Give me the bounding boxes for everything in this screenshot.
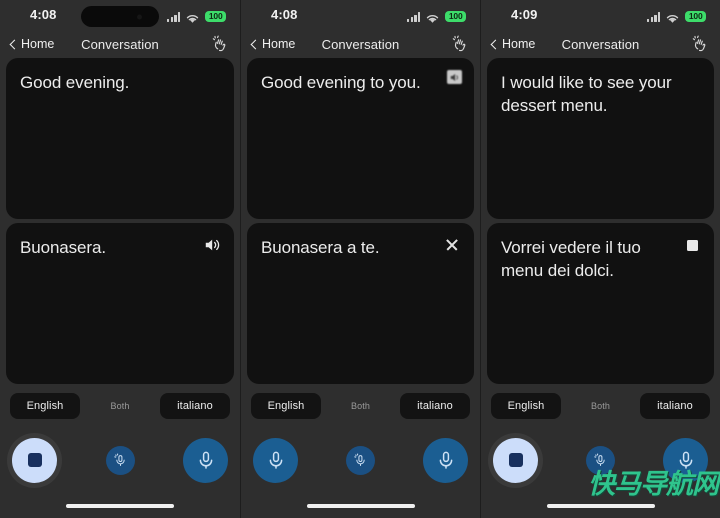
language-left-button[interactable]: English bbox=[10, 393, 80, 419]
wifi-icon bbox=[665, 11, 680, 23]
language-selector: English Both italiano bbox=[241, 384, 480, 419]
source-text: I would like to see your dessert menu. bbox=[501, 73, 672, 115]
translated-text-card[interactable]: Buonasera. bbox=[6, 223, 234, 384]
status-bar: 4:09 100 bbox=[481, 0, 720, 30]
translated-text: Vorrei vedere il tuo menu dei dolci. bbox=[501, 238, 641, 280]
mic-auto-button[interactable] bbox=[346, 445, 375, 475]
source-text: Good evening to you. bbox=[261, 73, 421, 92]
back-label: Home bbox=[21, 37, 55, 51]
stop-button[interactable] bbox=[493, 437, 538, 483]
mic-button[interactable] bbox=[183, 437, 228, 483]
chevron-left-icon bbox=[249, 40, 258, 49]
back-to-home-button[interactable]: Home bbox=[489, 30, 535, 58]
stop-square-icon bbox=[508, 453, 523, 467]
speaker-icon[interactable] bbox=[447, 70, 462, 84]
stop-button[interactable] bbox=[12, 437, 57, 483]
translated-text: Buonasera a te. bbox=[261, 238, 380, 257]
language-left-button[interactable]: English bbox=[491, 393, 561, 419]
language-selector: English Both italiano bbox=[0, 384, 240, 419]
home-indicator-bar bbox=[546, 504, 655, 508]
stop-chip-icon[interactable] bbox=[682, 235, 702, 255]
back-to-home-button[interactable]: Home bbox=[8, 30, 54, 58]
language-both-label[interactable]: Both bbox=[351, 401, 370, 411]
mic-button[interactable] bbox=[423, 437, 468, 483]
language-selector: English Both italiano bbox=[481, 384, 720, 419]
back-label: Home bbox=[262, 37, 296, 51]
status-indicators: 100 bbox=[166, 8, 226, 23]
source-text-card[interactable]: I would like to see your dessert menu. bbox=[487, 58, 714, 219]
screenshot-strip: 4:08 100 Home Conversation Good evening.… bbox=[0, 0, 720, 518]
front-camera-lens bbox=[137, 14, 142, 19]
home-indicator-bar bbox=[66, 504, 174, 508]
language-right-button[interactable]: italiano bbox=[639, 393, 710, 419]
language-both-label[interactable]: Both bbox=[591, 401, 610, 411]
status-clock: 4:08 bbox=[30, 7, 57, 22]
chevron-left-icon bbox=[8, 40, 17, 49]
stop-chip-glyph bbox=[686, 239, 698, 251]
home-indicator bbox=[241, 504, 480, 518]
stop-square-icon bbox=[27, 453, 42, 467]
mic-controls bbox=[0, 419, 240, 489]
status-bar: 4:08 100 bbox=[241, 0, 480, 30]
wifi-icon bbox=[425, 11, 440, 23]
back-label: Home bbox=[502, 37, 536, 51]
signal-bars-icon bbox=[406, 12, 421, 22]
signal-bars-icon bbox=[646, 12, 661, 22]
translated-text: Buonasera. bbox=[20, 238, 106, 257]
battery-indicator: 100 bbox=[685, 11, 706, 22]
source-text: Good evening. bbox=[20, 73, 130, 92]
source-text-card[interactable]: Good evening to you. bbox=[247, 58, 474, 219]
back-to-home-button[interactable]: Home bbox=[249, 30, 295, 58]
conversation-cards: I would like to see your dessert menu. V… bbox=[481, 58, 720, 384]
wave-hand-icon[interactable] bbox=[210, 34, 230, 54]
mic-controls bbox=[241, 419, 480, 489]
nav-bar: Home Conversation bbox=[481, 30, 720, 58]
translated-text-card[interactable]: Vorrei vedere il tuo menu dei dolci. bbox=[487, 223, 714, 384]
battery-indicator: 100 bbox=[445, 11, 466, 22]
mic-button-left[interactable] bbox=[253, 437, 298, 483]
close-icon[interactable] bbox=[442, 235, 462, 255]
translated-text-card[interactable]: Buonasera a te. bbox=[247, 223, 474, 384]
home-indicator bbox=[481, 504, 720, 518]
dynamic-island bbox=[81, 6, 159, 27]
status-clock: 4:09 bbox=[511, 7, 538, 22]
wifi-icon bbox=[185, 11, 200, 23]
page-title: Conversation bbox=[321, 36, 400, 52]
chevron-left-icon bbox=[489, 40, 498, 49]
page-title: Conversation bbox=[561, 36, 640, 52]
conversation-cards: Good evening to you. Buonasera a te. bbox=[241, 58, 480, 384]
site-watermark: 快马导航网 bbox=[588, 469, 719, 500]
phone-screen-2: 4:08 100 Home Conversation Good evening … bbox=[240, 0, 480, 518]
page-title: Conversation bbox=[81, 36, 159, 52]
language-left-button[interactable]: English bbox=[251, 393, 321, 419]
phone-screen-3: 4:09 100 Home Conversation I would like … bbox=[480, 0, 720, 518]
home-indicator-bar bbox=[306, 504, 415, 508]
status-indicators: 100 bbox=[406, 8, 466, 23]
mic-auto-button[interactable] bbox=[105, 445, 135, 475]
speaker-icon[interactable] bbox=[202, 235, 222, 255]
status-indicators: 100 bbox=[646, 8, 706, 23]
status-clock: 4:08 bbox=[271, 7, 298, 22]
wave-hand-icon[interactable] bbox=[450, 34, 470, 54]
conversation-cards: Good evening. Buonasera. bbox=[0, 58, 240, 384]
source-text-card[interactable]: Good evening. bbox=[6, 58, 234, 219]
nav-bar: Home Conversation bbox=[241, 30, 480, 58]
language-right-button[interactable]: italiano bbox=[399, 393, 470, 419]
battery-indicator: 100 bbox=[205, 11, 226, 22]
wave-hand-icon[interactable] bbox=[690, 34, 710, 54]
home-indicator bbox=[0, 504, 240, 518]
status-bar: 4:08 100 bbox=[0, 0, 240, 30]
language-both-label[interactable]: Both bbox=[111, 401, 130, 411]
language-right-button[interactable]: italiano bbox=[159, 393, 230, 419]
phone-screen-1: 4:08 100 Home Conversation Good evening.… bbox=[0, 0, 240, 518]
nav-bar: Home Conversation bbox=[0, 30, 240, 58]
close-x-glyph bbox=[445, 238, 459, 252]
signal-bars-icon bbox=[166, 12, 181, 22]
